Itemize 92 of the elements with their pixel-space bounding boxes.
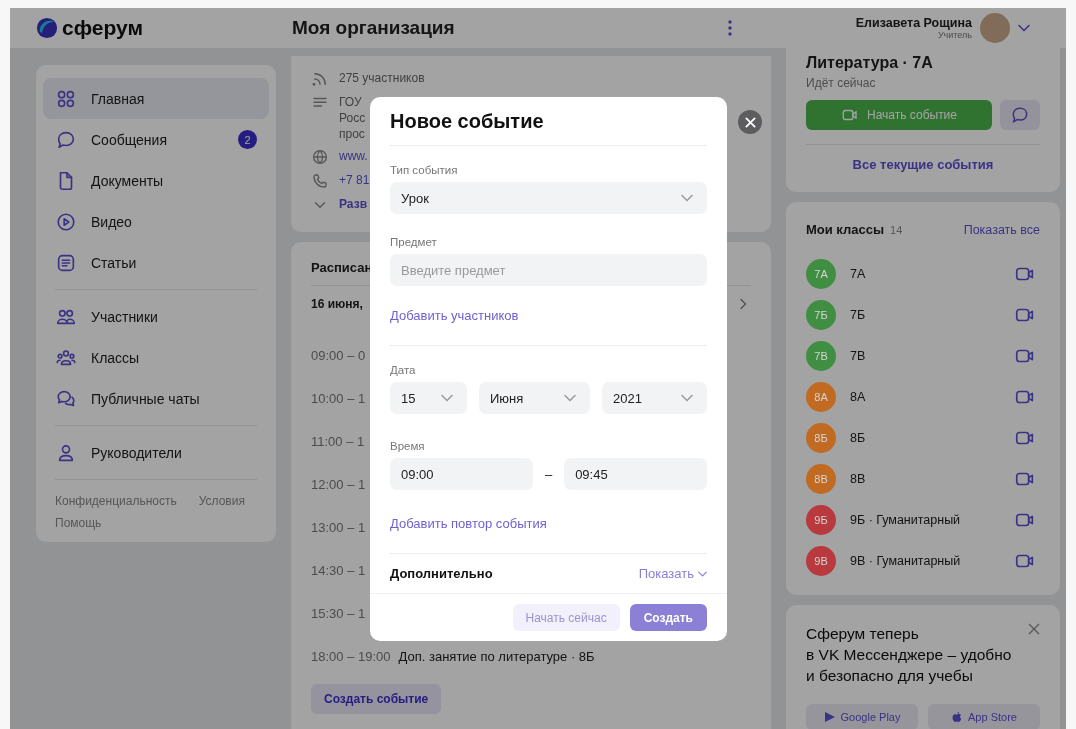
class-avatar: 8А [806,381,836,412]
play-icon [55,210,77,233]
chevron-down-icon [564,394,576,402]
date-select[interactable]: Июня [479,382,590,414]
subject-input[interactable]: Введите предмет [390,254,707,286]
class-name[interactable]: 7А [850,266,1000,281]
class-name[interactable]: 7В [850,348,1000,363]
sidebar-item[interactable]: Главная [43,78,269,119]
website-icon [311,148,329,166]
chevron-down-icon [698,569,707,578]
date-select[interactable]: 2021 [602,382,707,414]
class-avatar: 9Б [806,504,836,535]
additional-label: Дополнительно [390,566,493,581]
more-icon[interactable] [728,20,732,36]
event-time: 11:00 – 1 [311,434,365,449]
phone-icon [311,172,329,190]
class-name[interactable]: 9В · Гуманитарный [850,553,1000,568]
class-avatar: 9В [806,545,836,576]
event-time: 09:00 – 0 [311,348,366,363]
page-title: Моя организация [292,17,455,39]
classes-count: 14 [890,224,903,236]
phone-link[interactable]: +7 81 [339,172,370,188]
event-time: 15:30 – 1 [311,606,366,621]
chevron-down-icon [681,394,693,402]
event-time: 14:30 – 1 [311,563,366,578]
sidebar-item[interactable]: Участники [43,296,269,337]
class-name[interactable]: 8А [850,389,1000,404]
date-select[interactable]: 15 [390,382,467,414]
expand-link[interactable]: Разв [339,196,367,212]
chevron-right-icon[interactable] [739,298,747,310]
sidebar-item[interactable]: Публичные чаты [43,378,269,419]
sidebar-item[interactable]: Сообщения 2 [43,119,269,160]
field-label: Дата [390,364,417,376]
members-icon [311,70,329,88]
website-link[interactable]: www. [339,148,368,164]
schedule-date: 16 июня, [311,297,363,311]
field-label: Предмет [390,236,438,248]
class-name[interactable]: 8Б [850,430,1000,445]
user-name: Елизавета Рощина [855,16,972,30]
event-title: Литература · 7А [806,54,934,72]
play-triangle-icon [823,711,836,723]
sidebar-item[interactable]: Классы [43,337,269,378]
all-events-link[interactable]: Все текущие события [806,157,1040,172]
class-name[interactable]: 8В [850,471,1000,486]
sidebar-item[interactable]: Документы [43,160,269,201]
unread-count: 2 [238,130,257,149]
chat-button[interactable] [1000,100,1040,130]
dropdown-chevron-icon [1018,24,1030,32]
chat-icon [1010,105,1030,125]
chevron-down-icon [681,194,693,202]
close-icon [744,116,756,128]
sidebar-item[interactable]: Руководители [43,432,269,473]
add-repeat-link[interactable]: Добавить повтор события [390,516,547,531]
show-more-toggle[interactable]: Показать [638,566,707,581]
create-event-button[interactable]: Создать событие [311,684,442,714]
time-separator: – [544,466,553,482]
event-status: Идёт сейчас [806,76,877,90]
add-participants-link[interactable]: Добавить участников [390,308,519,323]
event-time: 18:00 – 19:00 [311,649,391,664]
chevron-down-icon [441,394,453,402]
apple-icon [951,711,964,723]
class-avatar: 7В [806,340,836,371]
event-time: 13:00 – 1 [311,520,366,535]
show-all-link[interactable]: Показать все [963,223,1040,237]
store-button[interactable]: Google Play [806,704,918,729]
dialog-title: Новое событие [390,109,545,134]
field-label: Время [390,440,426,452]
class-avatar: 7Б [806,299,836,330]
event-title[interactable]: Доп. занятие по литературе · 8Б [398,649,595,664]
promo-text: Сферум теперь в VK Мессенджере – удобно и безопасно для учебы [806,624,1012,686]
close-icon[interactable] [1028,623,1040,635]
organization-description: ГОУ Росс прос [339,94,366,142]
members-count: 275 участников [339,70,425,86]
event-time: 10:00 – 1 [311,391,366,406]
store-button[interactable]: App Store [928,704,1040,729]
event-time: 12:00 – 1 [311,477,366,492]
user-role: Учитель [937,30,972,40]
class-avatar: 8Б [806,422,836,453]
schedule-title: Расписан [311,260,373,275]
field-label: Тип события [390,164,459,176]
event-type-select[interactable]: Урок [390,182,707,214]
end-time-input[interactable]: 09:45 [564,458,707,490]
class-avatar: 7А [806,258,836,289]
sidebar-item[interactable]: Статьи [43,242,269,283]
class-name[interactable]: 7Б [850,307,1000,322]
classes-title: Мои классы [806,222,885,237]
logo-icon [36,17,58,39]
start-time-input[interactable]: 09:00 [390,458,533,490]
class-avatar: 8В [806,463,836,494]
sidebar-item[interactable]: Видео [43,201,269,242]
logo-text: сферум [62,16,143,40]
class-name[interactable]: 9Б · Гуманитарный [850,512,1000,527]
